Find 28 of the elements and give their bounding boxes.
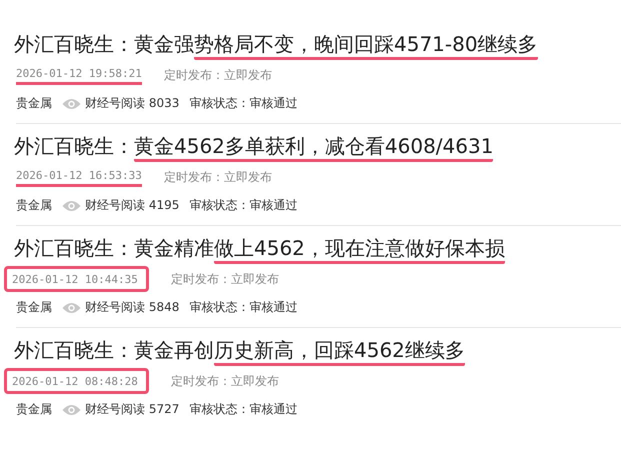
read-count: 财经号阅读 5727 (85, 401, 180, 418)
publish-date: 2026-01-12 10:44:35 (4, 266, 149, 292)
review-status: 审核状态：审核通过 (189, 401, 298, 418)
publish-date: 2026-01-12 19:58:21 (16, 65, 142, 85)
publish-date: 2026-01-12 08:48:28 (4, 368, 149, 394)
category-label: 贵金属 (16, 197, 52, 214)
schedule-label: 定时发布：立即发布 (164, 66, 272, 84)
schedule-label: 定时发布：立即发布 (170, 270, 279, 288)
publish-date: 2026-01-12 16:53:33 (16, 167, 142, 187)
category-label: 贵金属 (16, 299, 52, 316)
eye-icon (62, 404, 81, 416)
review-status: 审核状态：审核通过 (189, 197, 298, 214)
read-count: 财经号阅读 5848 (85, 299, 180, 316)
schedule-label: 定时发布：立即发布 (164, 168, 272, 186)
schedule-label: 定时发布：立即发布 (170, 372, 279, 390)
article-title[interactable]: 外汇百晓生：黄金4562多单获利，减仓看4608/4631 (14, 132, 621, 160)
article-title[interactable]: 外汇百晓生：黄金强势格局不变，晚间回踩4571-80继续多 (14, 30, 621, 58)
article-title[interactable]: 外汇百晓生：黄金精准做上4562，现在注意做好保本损 (14, 234, 621, 262)
read-count: 财经号阅读 4195 (85, 197, 180, 214)
eye-icon (62, 98, 81, 110)
review-status: 审核状态：审核通过 (189, 95, 298, 112)
category-label: 贵金属 (16, 401, 52, 418)
read-count: 财经号阅读 8033 (85, 95, 180, 112)
article-title[interactable]: 外汇百晓生：黄金再创历史新高，回踩4562继续多 (14, 336, 621, 364)
category-label: 贵金属 (16, 95, 52, 112)
eye-icon (62, 200, 81, 212)
eye-icon (62, 302, 81, 314)
review-status: 审核状态：审核通过 (189, 299, 298, 316)
